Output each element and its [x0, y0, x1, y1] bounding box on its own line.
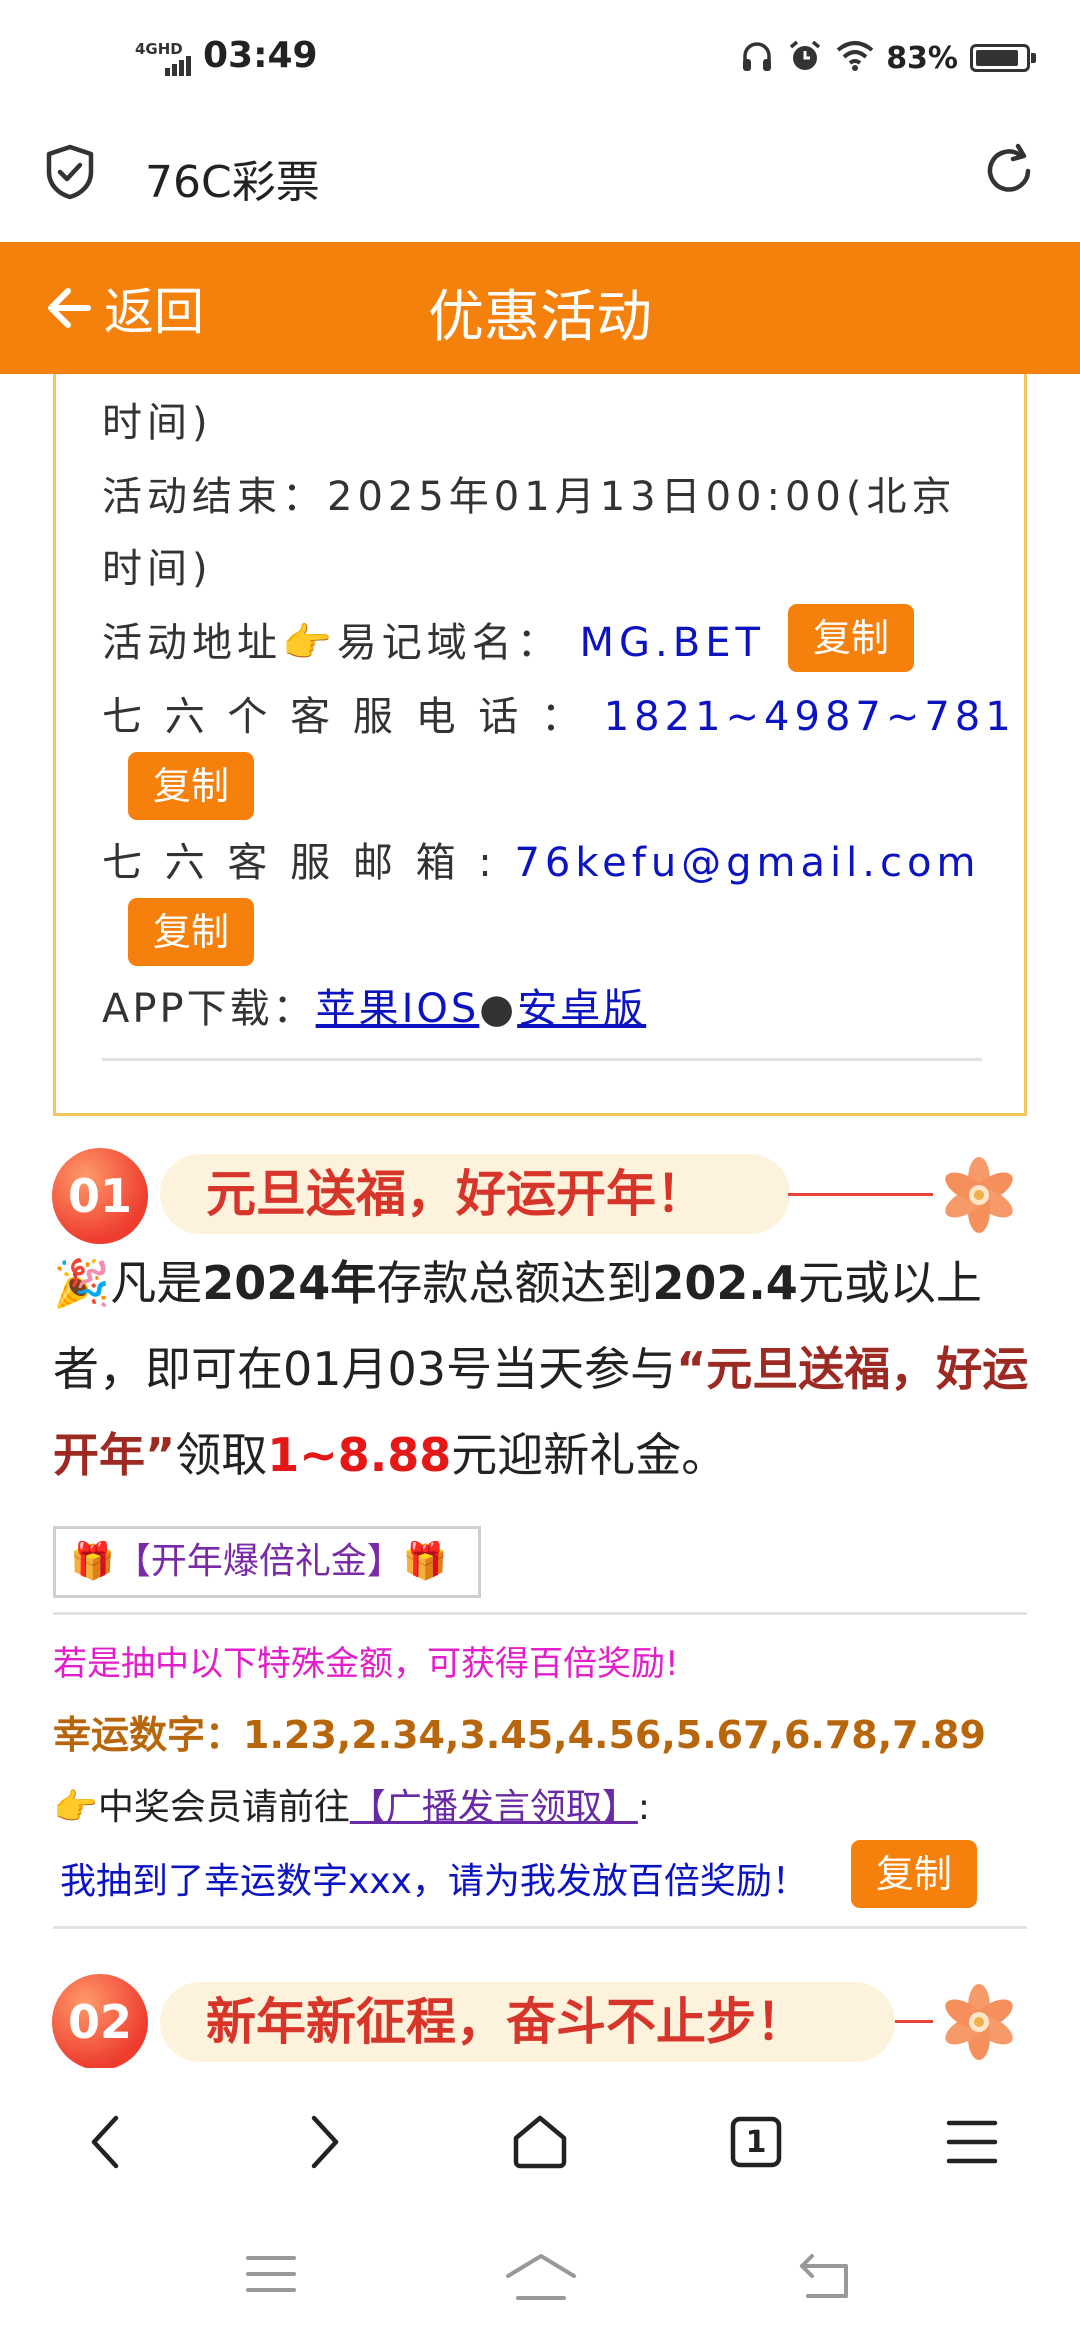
recent-apps-icon[interactable] — [244, 2252, 298, 2300]
email-label: 七 六 客 服 邮 箱 : — [102, 840, 497, 886]
lucky-numbers: 幸运数字：1.23,2.34,3.45,4.56,5.67,6.78,7.89 — [53, 1713, 986, 1757]
page-title: 优惠活动 — [428, 285, 652, 350]
battery-icon — [970, 44, 1036, 72]
end-time-label: 活动结束：2025年01月13日00:00(北京 — [102, 474, 957, 520]
page-header: 返回 优惠活动 — [0, 242, 1080, 374]
clock: 03:49 — [203, 35, 318, 76]
claim-message: 我抽到了幸运数字xxx，请为我发放百倍奖励！ — [60, 1861, 808, 1902]
battery-percent: 83% — [886, 40, 958, 76]
browser-bottom-nav: 1 — [0, 2068, 1080, 2216]
email-value: 76kefu@gmail.com — [514, 840, 981, 886]
system-back-icon[interactable] — [796, 2252, 852, 2304]
section1-title-line — [788, 1193, 933, 1196]
status-bar: 4GHD 03:49 83% — [0, 0, 1080, 120]
domain-label: 活动地址👉易记域名： — [102, 620, 562, 666]
section2-title-line — [895, 2020, 933, 2023]
system-home-icon[interactable] — [504, 2252, 578, 2306]
section2-title: 新年新征程，奋斗不止步！ — [160, 1982, 895, 2062]
forward-nav-icon[interactable] — [288, 2106, 360, 2178]
headphones-icon — [740, 39, 774, 77]
network-type: 4GHD — [135, 40, 183, 58]
alarm-icon — [788, 39, 822, 77]
flower-icon — [945, 1157, 1013, 1233]
copy-phone-button[interactable]: 复制 — [128, 752, 254, 820]
special-notice: 若是抽中以下特殊金额，可获得百倍奖励! — [53, 1644, 679, 1684]
domain-row: 活动地址👉易记域名： MG.BET — [102, 610, 765, 668]
divider — [53, 1612, 1027, 1615]
copy-message-button[interactable]: 复制 — [851, 1840, 977, 1908]
section1-number-badge: 01 — [52, 1148, 148, 1244]
email-row: 七 六 客 服 邮 箱 : 76kefu@gmail.com — [102, 830, 980, 888]
system-nav-bar — [0, 2216, 1080, 2340]
winner-instruction: 👉中奖会员请前往【广播发言领取】: — [53, 1787, 650, 1828]
section1-description: 🎉凡是2024年存款总额达到202.4元或以上者，即可在01月03号当天参与“元… — [53, 1256, 1029, 1482]
browser-bar: 76C彩票 — [0, 120, 1080, 242]
gift-banner: 🎁【开年爆倍礼金】🎁 — [53, 1526, 481, 1598]
info-divider — [102, 1058, 982, 1061]
android-download-link[interactable]: 安卓版 — [517, 986, 646, 1032]
network-signal-icon: 4GHD — [135, 40, 191, 76]
broadcast-claim-link[interactable]: 【广播发言领取】 — [350, 1787, 638, 1828]
browser-page-title[interactable]: 76C彩票 — [145, 146, 320, 210]
shield-check-icon[interactable] — [44, 144, 96, 204]
tab-count: 1 — [745, 2124, 767, 2160]
back-nav-icon[interactable] — [70, 2106, 142, 2178]
copy-email-button[interactable]: 复制 — [128, 898, 254, 966]
separator-dot: ● — [479, 986, 518, 1032]
app-download-row: APP下载：苹果IOS●安卓版 — [102, 976, 646, 1034]
phone-label: 七 六 个 客 服 电 话 ： — [102, 694, 587, 740]
section2-number-badge: 02 — [52, 1974, 148, 2070]
wifi-icon — [836, 40, 874, 76]
end-time-tail: 时间) — [102, 546, 213, 592]
home-icon[interactable] — [504, 2106, 576, 2178]
ios-download-link[interactable]: 苹果IOS — [316, 986, 480, 1032]
menu-icon[interactable] — [936, 2106, 1008, 2178]
tabs-icon[interactable]: 1 — [720, 2106, 792, 2178]
section1-title: 元旦送福，好运开年！ — [160, 1154, 790, 1234]
phone-row: 七 六 个 客 服 电 话 ： 1821~4987~781 — [102, 684, 1016, 742]
start-time-tail: 时间) — [102, 400, 213, 446]
party-emoji: 🎉 — [53, 1256, 111, 1310]
divider — [53, 1926, 1027, 1929]
reload-icon[interactable] — [980, 142, 1038, 204]
domain-value: MG.BET — [579, 620, 765, 666]
activity-info-box: 时间) 活动结束：2025年01月13日00:00(北京 时间) 活动地址👉易记… — [53, 374, 1027, 1116]
app-download-label: APP下载： — [102, 986, 316, 1032]
bonus-amount: 1~8.88 — [267, 1428, 452, 1482]
copy-domain-button[interactable]: 复制 — [788, 604, 914, 672]
flower-icon — [945, 1984, 1013, 2060]
phone-value: 1821~4987~781 — [603, 694, 1016, 740]
